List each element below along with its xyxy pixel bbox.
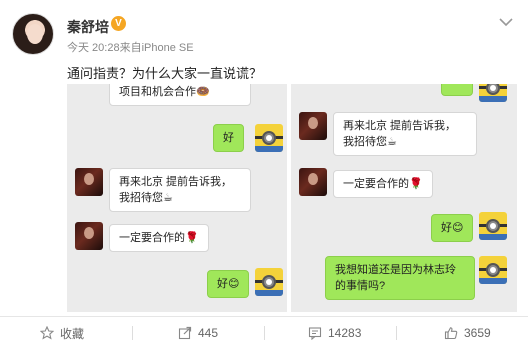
rose-icon: 🌹: [409, 178, 423, 190]
chat-bubble: 好: [213, 124, 244, 152]
action-bar: 收藏 445 14283 3659: [0, 316, 528, 348]
verified-icon: V: [111, 16, 126, 31]
comment-icon: [308, 327, 322, 340]
smile-emoji-icon: 😊: [228, 278, 240, 290]
chat-bubble: 项目和机会合作🍩: [109, 84, 251, 106]
minion-avatar: [255, 124, 283, 152]
chat-screenshot-left[interactable]: 项目和机会合作🍩 好 再来北京 提前告诉我，我招待您☕ 一定要合作的🌹 好😊: [67, 84, 287, 312]
chat-bubble: 一定要合作的🌹: [109, 224, 209, 252]
avatar[interactable]: [12, 13, 54, 55]
girl-avatar: [75, 222, 103, 250]
favorite-label: 收藏: [60, 326, 85, 341]
chat-text: 项目和机会合作: [119, 86, 196, 98]
chat-text: 好: [223, 132, 234, 144]
chevron-down-icon[interactable]: [498, 16, 514, 28]
chat-bubble: 好😊: [431, 214, 474, 242]
post-meta: 今天 20:28来自iPhone SE: [67, 42, 194, 54]
chat-text: 再来北京 提前告诉我，我招待您: [343, 120, 457, 148]
chat-bubble: 好😊: [207, 270, 250, 298]
divider: [264, 326, 265, 340]
repost-button[interactable]: 445: [178, 317, 218, 348]
share-icon: [178, 326, 192, 340]
chat-text: 好: [441, 222, 452, 234]
comment-button[interactable]: 14283: [308, 317, 361, 348]
rose-icon: 🌹: [185, 232, 199, 244]
minion-avatar: [479, 256, 507, 284]
coffee-icon: ☕: [387, 136, 397, 148]
chat-text: 好: [217, 278, 228, 290]
coffee-icon: ☕: [163, 192, 173, 204]
thumbs-up-icon: [444, 327, 458, 340]
post-images: 项目和机会合作🍩 好 再来北京 提前告诉我，我招待您☕ 一定要合作的🌹 好😊 再…: [67, 84, 517, 312]
post-header: 秦舒培 V 今天 20:28来自iPhone SE: [0, 0, 528, 60]
emoji-icon: 🍩: [196, 86, 210, 98]
girl-avatar: [299, 168, 327, 196]
chat-text: 再来北京 提前告诉我，我招待您: [119, 176, 233, 204]
post-text: 通问指责？为什么大家一直说谎？: [67, 66, 263, 81]
chat-bubble: 我想知道还是因为林志玲的事情吗?: [325, 256, 475, 300]
chat-bubble: 再来北京 提前告诉我，我招待您☕: [109, 168, 251, 212]
chat-bubble: 一定要合作的🌹: [333, 170, 433, 198]
minion-avatar: [479, 212, 507, 240]
minion-avatar: [479, 84, 507, 102]
chat-screenshot-right[interactable]: 再来北京 提前告诉我，我招待您☕ 一定要合作的🌹 好😊 我想知道还是因为林志玲的…: [291, 84, 517, 312]
chat-text: 一定要合作的: [119, 232, 185, 244]
smile-emoji-icon: 😊: [452, 222, 464, 234]
like-button[interactable]: 3659: [444, 317, 491, 348]
star-icon: [40, 326, 54, 340]
repost-count: 445: [198, 326, 219, 340]
divider: [132, 326, 133, 340]
favorite-button[interactable]: 收藏: [40, 317, 84, 348]
chat-text: 一定要合作的: [343, 178, 409, 190]
comment-count: 14283: [328, 326, 362, 340]
minion-avatar: [255, 268, 283, 296]
chat-bubble: 再来北京 提前告诉我，我招待您☕: [333, 112, 477, 156]
chat-text: 我想知道还是因为林志玲的事情吗?: [335, 264, 456, 292]
chat-bubble-partial: [441, 84, 473, 96]
username[interactable]: 秦舒培: [67, 17, 109, 37]
girl-avatar: [75, 168, 103, 196]
like-count: 3659: [464, 326, 491, 340]
divider: [396, 326, 397, 340]
girl-avatar: [299, 112, 327, 140]
